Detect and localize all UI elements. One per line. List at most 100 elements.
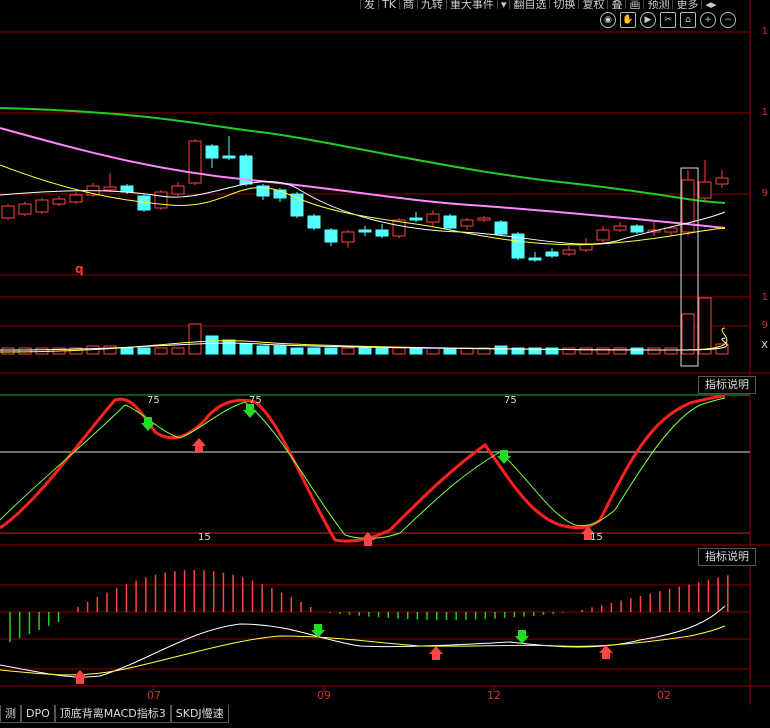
kdj-d-line [0,397,726,539]
buy-arrow-icon [429,646,443,660]
tab-dpo[interactable]: DPO [21,705,55,723]
indicator-tabs: 测 DPO 顶底背离MACD指标3 SKDJ慢速 [0,705,229,723]
volume-bar [222,339,236,355]
candle-body [324,229,338,243]
candle-body [171,185,185,195]
volume-bar [358,347,372,355]
candle-body [18,203,32,215]
candle-body [307,215,321,229]
volume-bar [392,347,406,355]
price-axis-label: 1 [761,26,768,37]
candle-body [341,231,355,243]
candle-body [494,221,508,235]
candle-body [715,177,729,185]
volume-bar [664,347,678,355]
macd-dea-line [0,625,726,676]
tab-skdj-slow[interactable]: SKDJ慢速 [170,705,229,723]
ma-line-pink [0,127,726,229]
volume-bar [630,347,644,355]
candle-body [664,227,678,233]
buy-arrow-icon [192,438,206,452]
main-chart-marker: q [75,262,84,276]
candle-body [630,225,644,233]
kdj-level-bottom: 15 [198,532,211,543]
candle-body [698,181,712,199]
volume-bar [18,347,32,355]
volume-bar [647,347,661,355]
candle-body [154,191,168,209]
candle-body [69,194,83,203]
volume-bar [698,297,712,355]
volume-bar [409,347,423,355]
volume-bar [239,343,253,355]
candle-body [409,217,423,221]
x-tick-label: 09 [317,689,331,702]
candle-body [528,257,542,261]
volume-bar [579,347,593,355]
tab-macd-divergence[interactable]: 顶底背离MACD指标3 [54,705,171,723]
kdj-help-button[interactable]: 指标说明 [698,376,756,394]
kdj-level-top2: 75 [249,395,262,406]
chart-canvas [0,0,770,705]
volume-bar [562,347,576,355]
sell-arrow-icon [515,630,529,644]
candle-body [205,145,219,159]
kdj-k-line [0,394,726,543]
volume-bar [154,347,168,355]
volume-bar [290,347,304,355]
volume-bar [613,347,627,355]
volume-bar [137,347,151,355]
macd-help-button[interactable]: 指标说明 [698,548,756,566]
buy-arrow-icon [73,670,87,684]
volume-axis-label: X [761,340,768,351]
candle-body [358,229,372,233]
volume-axis-label: 9 [761,320,768,331]
kdj-level-top3: 75 [504,395,517,406]
candle-body [460,219,474,227]
candle-body [35,199,49,213]
volume-bar [120,347,134,355]
sell-arrow-icon [243,404,257,418]
volume-bar [426,347,440,355]
candle-body [545,251,559,257]
kdj-level-top: 75 [147,395,160,406]
buy-arrow-icon [599,645,613,659]
volume-bar [307,347,321,355]
candle-body [375,229,389,237]
x-tick-label: 07 [147,689,161,702]
tab-ce[interactable]: 测 [0,705,21,723]
volume-bar [205,335,219,355]
volume-bar [273,345,287,355]
candle-body [52,198,66,205]
candle-body [562,249,576,255]
macd-dif-line [0,605,726,678]
candle-body [613,225,627,231]
volume-bar [171,347,185,355]
volume-bar [681,313,695,355]
price-axis-label: 9 [761,188,768,199]
volume-bar [596,347,610,355]
candle-body [477,217,491,221]
ma-line-white [0,181,726,245]
candle-body [426,213,440,223]
candle-body [222,155,236,159]
x-tick-label: 02 [657,689,671,702]
candle-body [596,229,610,241]
candle-body [188,140,202,184]
price-axis-label: 1 [761,107,768,118]
kdj-level-bottom2: 15 [590,532,603,543]
volume-bar [188,323,202,355]
volume-bar [341,347,355,355]
candle-body [120,185,134,193]
ma-line-yellow [0,164,726,246]
buy-arrow-icon [361,532,375,546]
candle-body [290,193,304,217]
volume-bar [324,347,338,355]
candle-body [103,186,117,191]
volume-bar [494,345,508,355]
volume-bar [1,347,15,355]
candle-body [443,215,457,229]
candle-body [1,205,15,219]
sell-arrow-icon [311,624,325,638]
volume-bar [375,347,389,355]
